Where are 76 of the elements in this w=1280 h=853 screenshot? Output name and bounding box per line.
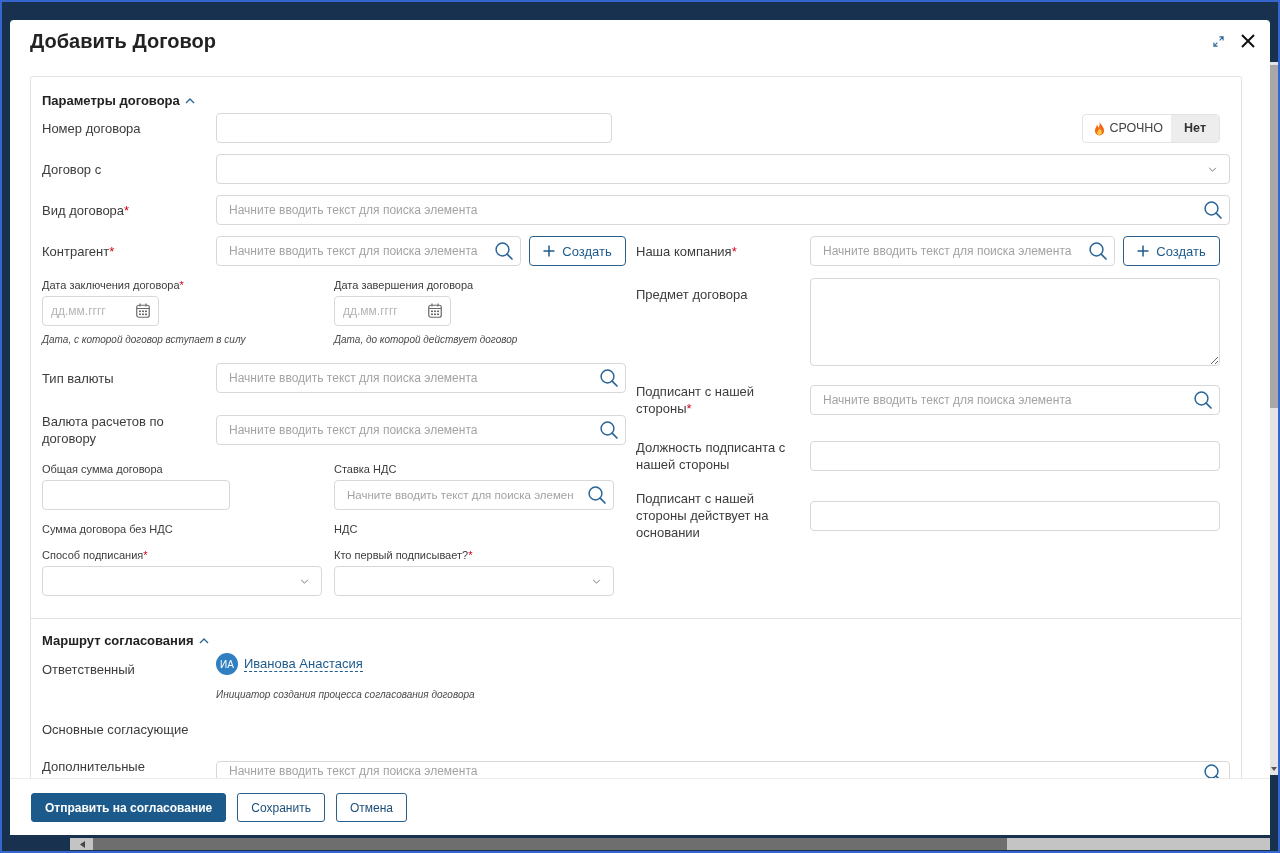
user-avatar: ИА [216, 653, 238, 675]
field-label: Подписант с нашей стороны действует на основании [636, 490, 770, 541]
down-arrow-icon[interactable] [1271, 767, 1277, 771]
search-icon[interactable] [600, 369, 618, 387]
field-label: Сумма договора без НДС [42, 522, 173, 536]
field-label: Кто первый подписывает?* [334, 548, 473, 562]
calendar-icon[interactable] [428, 303, 442, 318]
flame-icon [1094, 120, 1106, 136]
field-label: Общая сумма договора [42, 462, 163, 476]
search-field[interactable]: Начните вводить текст для поиска элемента [216, 236, 521, 266]
search-field[interactable]: Начните вводить текст для поиска элемента [216, 761, 1230, 778]
search-icon[interactable] [588, 486, 606, 504]
field-hint: Инициатор создания процесса согласования договора [216, 688, 475, 701]
date-field[interactable]: дд.мм.гггг [42, 296, 159, 326]
field-label: Дата завершения договора [334, 278, 474, 292]
search-icon[interactable] [495, 242, 513, 260]
create-button[interactable]: Создать [529, 236, 626, 266]
search-field[interactable]: Начните вводить текст для поиска элемента [810, 236, 1115, 266]
field-hint: Дата, до которой действует договор [334, 333, 518, 346]
search-field[interactable]: Начните вводить текст для поиска элемента [216, 363, 626, 393]
left-arrow-icon[interactable] [80, 840, 85, 848]
field-label: Ставка НДС [334, 462, 397, 476]
search-field[interactable]: Начните вводить текст для поиска элемента [810, 385, 1220, 415]
save-button[interactable]: Сохранить [237, 793, 325, 822]
field-label: Номер договора [42, 119, 142, 137]
field-label: Наша компания* [636, 242, 738, 260]
field-label: Дополнительные [42, 758, 146, 775]
chevron-up-icon [184, 98, 195, 104]
search-field[interactable]: Начните вводить текст для поиска элемен [334, 480, 614, 510]
expand-icon[interactable] [1213, 35, 1224, 47]
text-field[interactable] [810, 441, 1220, 471]
create-button[interactable]: Создать [1123, 236, 1220, 266]
cancel-button[interactable]: Отмена [335, 793, 407, 822]
field-label: Дата заключения договора* [42, 278, 184, 292]
submit-button[interactable]: Отправить на согласование [31, 793, 227, 822]
calendar-icon[interactable] [136, 303, 150, 318]
text-field[interactable] [42, 480, 230, 510]
field-label: Должность подписанта с нашей стороны [636, 439, 787, 473]
search-icon[interactable] [600, 421, 618, 439]
field-label: Валюта расчетов по договору [42, 413, 165, 447]
field-label: Ответственный [42, 661, 136, 678]
field-label: Тип валюты [42, 369, 115, 387]
plus-icon [1137, 245, 1150, 257]
search-icon[interactable] [1204, 764, 1222, 778]
date-field[interactable]: дд.мм.гггг [334, 296, 451, 326]
plus-icon [543, 245, 556, 257]
search-field[interactable]: Начните вводить текст для поиска элемента [216, 195, 1230, 225]
user-link[interactable]: Иванова Анастасия [244, 656, 363, 672]
select-field[interactable] [216, 154, 1230, 184]
scrollbar-thumb[interactable] [1270, 65, 1278, 408]
field-hint: Дата, с которой договор вступает в силу [42, 333, 246, 346]
field-label: НДС [334, 522, 358, 536]
select-field[interactable] [334, 566, 614, 596]
text-field[interactable] [810, 500, 1220, 531]
select-field[interactable] [42, 566, 322, 596]
field-label: Способ подписания* [42, 548, 148, 562]
text-field[interactable] [216, 113, 612, 143]
scrollbar-thumb[interactable] [93, 838, 1007, 850]
field-label: Договор с [42, 160, 103, 178]
urgent-toggle[interactable]: СРОЧНО Нет [1082, 113, 1220, 143]
chevron-up-icon [198, 638, 209, 644]
search-icon[interactable] [1089, 242, 1107, 260]
field-label: Подписант с нашей стороны* [636, 383, 756, 417]
field-label: Вид договора* [42, 201, 131, 219]
dialog-title: Добавить Договор [30, 29, 216, 53]
search-icon[interactable] [1194, 391, 1212, 409]
search-icon[interactable] [1204, 201, 1222, 219]
field-label: Контрагент* [42, 242, 116, 260]
textarea-field[interactable] [810, 278, 1220, 366]
toggle-value[interactable]: Нет [1171, 114, 1219, 142]
search-field[interactable]: Начните вводить текст для поиска элемента [216, 415, 626, 445]
section-toggle[interactable]: Параметры договора [42, 92, 195, 110]
field-label: Основные согласующие [42, 722, 189, 737]
close-icon[interactable] [1241, 34, 1255, 48]
section-toggle[interactable]: Маршрут согласования [42, 632, 209, 650]
field-label: Предмет договора [636, 286, 749, 303]
